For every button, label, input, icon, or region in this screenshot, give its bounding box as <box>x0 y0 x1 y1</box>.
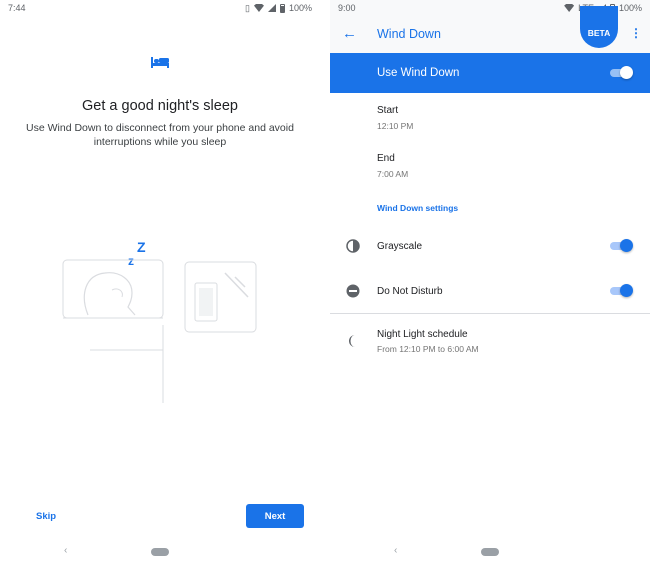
nav-back-icon[interactable]: ‹ <box>394 545 397 556</box>
status-time: 7:44 <box>8 3 26 13</box>
battery-percent: 100% <box>618 3 642 13</box>
do-not-disturb-label: Do Not Disturb <box>377 286 443 297</box>
nav-home-icon[interactable] <box>151 548 169 556</box>
grayscale-toggle[interactable] <box>610 239 633 253</box>
next-button[interactable]: Next <box>246 504 304 528</box>
contrast-icon <box>346 239 360 253</box>
grayscale-label: Grayscale <box>377 241 423 252</box>
intro-description: Use Wind Down to disconnect from your ph… <box>26 122 294 148</box>
app-bar: ← Wind Down BETA ⋮ <box>330 6 650 53</box>
do-not-disturb-icon <box>346 284 360 298</box>
section-header: Wind Down settings <box>377 203 459 213</box>
battery-icon <box>279 3 285 13</box>
zzz-large: Z <box>137 239 146 255</box>
wind-down-intro-screen: 7:44 ▯ 100% Get a good night's sleep Use… <box>0 0 320 569</box>
use-wind-down-label: Use Wind Down <box>377 67 460 79</box>
nav-back-icon[interactable]: ‹ <box>64 545 67 556</box>
start-value: 12:10 PM <box>377 121 414 131</box>
navigation-bar: ‹ <box>330 539 650 569</box>
wind-down-settings-screen: 9:00 LTE 100% ← Wind Down BETA ⋮ Use Win… <box>330 0 650 569</box>
night-light-label: Night Light schedule <box>377 329 468 340</box>
night-light-value: From 12:10 PM to 6:00 AM <box>377 344 479 354</box>
wifi-icon <box>564 4 575 12</box>
end-value: 7:00 AM <box>377 169 409 179</box>
navigation-bar: ‹ <box>0 539 320 569</box>
beta-badge: BETA <box>580 6 618 48</box>
sleep-illustration: z Z <box>62 239 257 403</box>
wifi-icon <box>253 4 264 12</box>
skip-button[interactable]: Skip <box>36 511 56 522</box>
divider <box>330 313 650 314</box>
back-arrow-icon[interactable]: ← <box>342 26 357 41</box>
end-label: End <box>377 153 395 164</box>
battery-percent: 100% <box>288 3 312 13</box>
status-time: 9:00 <box>338 3 356 13</box>
vibrate-icon: ▯ <box>245 2 250 13</box>
nav-home-icon[interactable] <box>481 548 499 556</box>
bed-icon <box>151 57 169 68</box>
zzz-small: z <box>128 254 134 268</box>
more-options-icon[interactable]: ⋮ <box>630 27 642 39</box>
moon-icon <box>349 335 355 347</box>
signal-icon <box>267 4 276 12</box>
use-wind-down-row[interactable]: Use Wind Down <box>330 53 650 93</box>
do-not-disturb-toggle[interactable] <box>610 284 633 298</box>
start-label: Start <box>377 105 399 116</box>
intro-title: Get a good night's sleep <box>82 98 238 114</box>
page-title: Wind Down <box>377 27 441 41</box>
status-bar: 7:44 ▯ 100% <box>0 0 320 16</box>
use-wind-down-toggle[interactable] <box>610 66 633 80</box>
